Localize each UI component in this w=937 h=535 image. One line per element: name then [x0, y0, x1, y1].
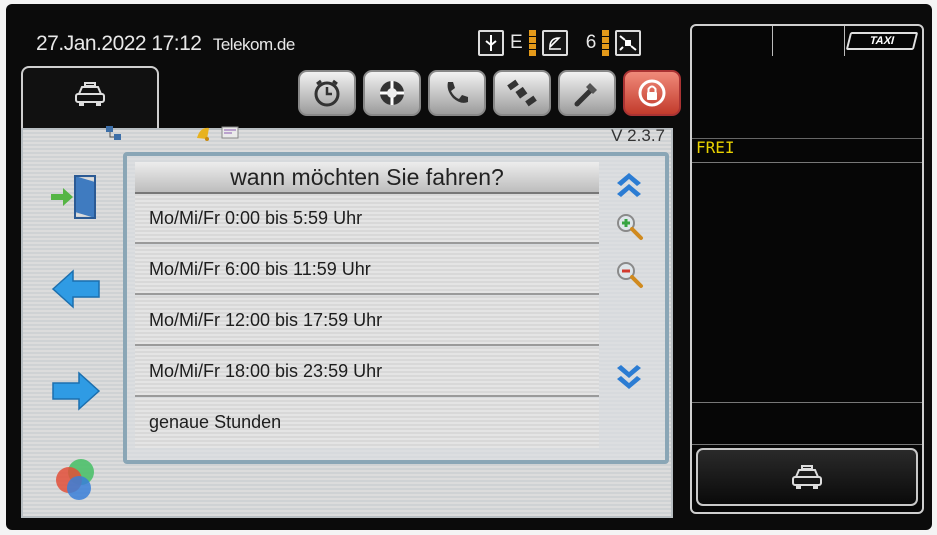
list-title: wann möchten Sie fahren? [135, 162, 599, 194]
header-divider [844, 26, 845, 56]
scroll-up-button[interactable] [611, 166, 647, 202]
dish-icon [541, 30, 568, 56]
scroll-up-icon [617, 173, 641, 197]
zoom-out-button[interactable] [611, 256, 647, 292]
bell-icon [197, 127, 209, 141]
settings-dial-button[interactable] [363, 70, 421, 116]
panel-divider [692, 162, 922, 163]
zoom-out-icon [617, 262, 643, 288]
list-item[interactable]: Mo/Mi/Fr 18:00 bis 23:59 Uhr [135, 347, 599, 397]
version-label: V 2.3.7 [611, 126, 665, 145]
time-selection-list: wann möchten Sie fahren? Mo/Mi/Fr 0:00 b… [123, 152, 669, 464]
color-menu-button[interactable] [49, 452, 103, 506]
header-divider [772, 26, 773, 56]
phone-icon [447, 82, 468, 103]
mini-status-icons [105, 124, 239, 142]
list-item[interactable]: Mo/Mi/Fr 12:00 bis 17:59 Uhr [135, 296, 599, 346]
satellite-count: 6 [585, 32, 597, 53]
zoom-in-icon [617, 214, 643, 240]
network-connection-icon [106, 126, 121, 140]
timer-icon [314, 79, 340, 107]
satellite-icon [507, 79, 537, 107]
timer-button[interactable] [298, 70, 356, 116]
main-panel: V 2.3.7 wann möchten Sie fahren? Mo/Mi/F… [21, 126, 673, 518]
message-card-icon [221, 126, 239, 139]
status-bar-text: 27.Jan.2022 17:12 Telekom.de [36, 32, 295, 56]
list-item[interactable]: genaue Stunden [135, 398, 599, 448]
exit-door-icon [51, 175, 96, 219]
taxi-car-icon [792, 465, 822, 489]
taxi-status-label: FREI [696, 138, 735, 157]
arrow-right-icon [52, 371, 101, 411]
network-letter: E [510, 32, 523, 53]
network-signal-icon [528, 30, 536, 56]
alarm-lock-icon [638, 79, 666, 107]
taxi-action-button[interactable] [696, 448, 918, 506]
status-tray: E 6 [478, 28, 642, 58]
phone-button[interactable] [428, 70, 486, 116]
arrow-left-icon [51, 269, 100, 309]
panel-divider [692, 444, 922, 445]
alarm-button[interactable] [623, 70, 681, 116]
scroll-controls [603, 162, 657, 460]
back-button[interactable] [49, 262, 103, 316]
right-status-panel: TAXI FREI [690, 24, 924, 514]
satellite-signal-icon [602, 30, 610, 56]
exit-button[interactable] [49, 170, 103, 224]
zoom-in-button[interactable] [611, 208, 647, 244]
gps-satellite-icon [615, 30, 642, 56]
taxi-car-icon [75, 82, 105, 106]
tab-taxi[interactable] [21, 66, 159, 130]
tools-button[interactable] [558, 70, 616, 116]
settings-dial-icon [380, 81, 404, 105]
taxi-sign: TAXI [845, 32, 919, 50]
scroll-down-icon [617, 365, 641, 389]
device-screen: 27.Jan.2022 17:12 Telekom.de E 6 V 2.3.7… [6, 4, 932, 530]
list-item[interactable]: Mo/Mi/Fr 6:00 bis 11:59 Uhr [135, 245, 599, 295]
datetime: 27.Jan.2022 17:12 [36, 32, 202, 55]
tools-icon [574, 83, 597, 107]
gps-antenna-icon [478, 30, 504, 56]
panel-divider [692, 402, 922, 403]
forward-button[interactable] [49, 364, 103, 418]
toolbar [298, 70, 681, 116]
right-panel-header: TAXI [692, 26, 922, 139]
scroll-down-button[interactable] [611, 360, 647, 396]
list-item[interactable]: Mo/Mi/Fr 0:00 bis 5:59 Uhr [135, 194, 599, 244]
color-circles-icon [56, 459, 94, 500]
satellite-button[interactable] [493, 70, 551, 116]
carrier-name: Telekom.de [212, 35, 295, 54]
